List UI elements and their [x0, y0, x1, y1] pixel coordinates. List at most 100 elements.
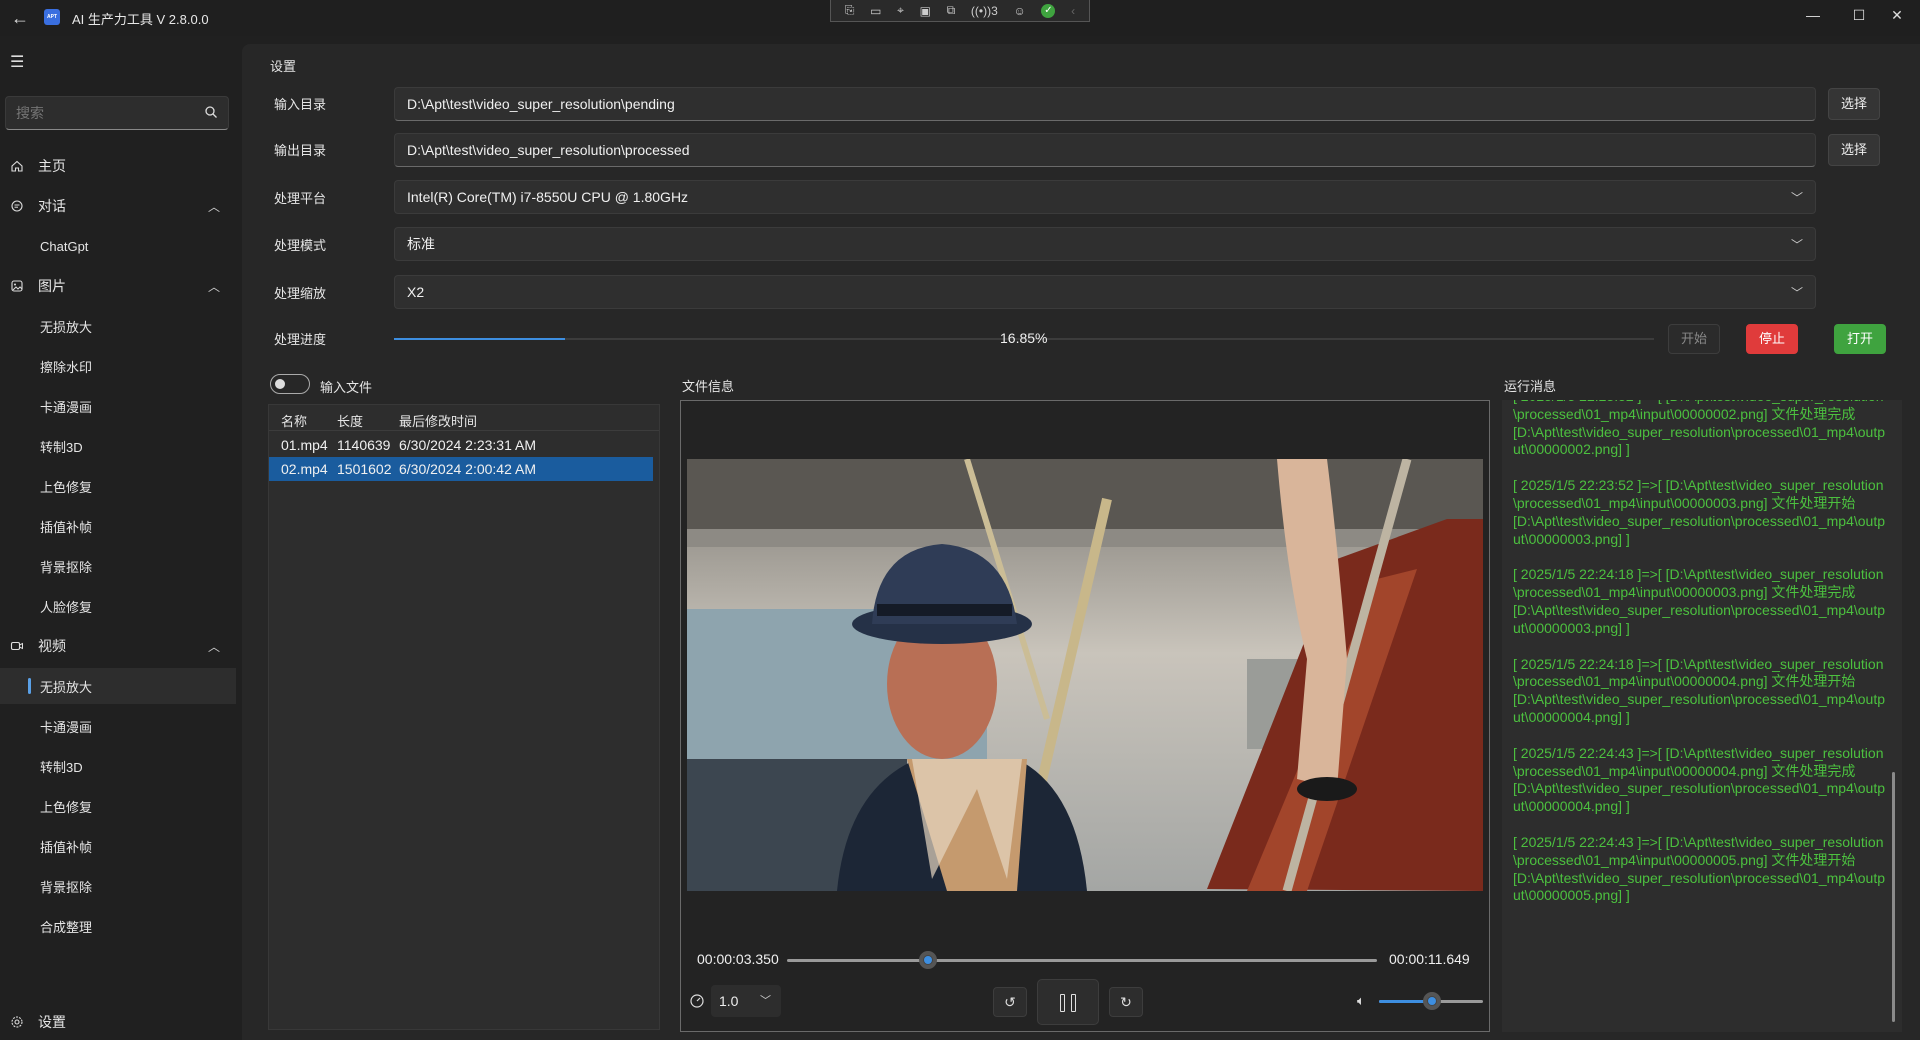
nav-image-colorize[interactable]: 上色修复 [0, 468, 236, 504]
nav-sub-label: 背景抠除 [40, 559, 93, 575]
volume-icon[interactable]: 🔈︎ [1357, 993, 1365, 1009]
output-dir-field[interactable]: D:\Apt\test\video_super_resolution\proce… [394, 133, 1816, 167]
nav-image-bg-remove[interactable]: 背景抠除 [0, 548, 236, 584]
broadcast-icon[interactable]: ((•))3 [971, 4, 998, 18]
chevron-up-icon: ︿ [207, 200, 220, 214]
image-icon [11, 280, 23, 292]
speed-select[interactable]: 1.0 ﹀ [711, 985, 781, 1017]
table-row[interactable]: 02.mp4 1501602 6/30/2024 2:00:42 AM [269, 457, 653, 481]
nav-image-interpolate[interactable]: 插值补帧 [0, 508, 236, 544]
mode-label: 处理模式 [274, 238, 327, 253]
log-panel[interactable]: [ 2025/1/5 22:23:52 ]=>[ [D:\Apt\test\vi… [1502, 400, 1902, 1032]
nav-video-interpolate[interactable]: 插值补帧 [0, 828, 236, 864]
log-title: 运行消息 [1504, 379, 1557, 394]
nav-image-upscale[interactable]: 无损放大 [0, 308, 236, 344]
col-name-header[interactable]: 名称 [281, 411, 307, 430]
time-total: 00:00:11.649 [1389, 951, 1470, 967]
mode-value: 标准 [407, 236, 435, 252]
pointer-icon[interactable]: ⌖ [897, 3, 904, 18]
output-dir-label: 输出目录 [274, 143, 327, 158]
nav-sub-label: 无损放大 [40, 319, 93, 335]
nav-settings[interactable]: 设置 [0, 1004, 236, 1040]
screenshot-icon[interactable]: ⎘ [845, 3, 855, 18]
record-icon[interactable]: ▭ [870, 4, 881, 18]
nav-video-bg-remove[interactable]: 背景抠除 [0, 868, 236, 904]
search-icon[interactable] [204, 105, 218, 119]
start-button[interactable]: 开始 [1668, 324, 1720, 354]
forward-button[interactable]: ↻ [1109, 987, 1143, 1017]
search-input[interactable] [6, 97, 191, 129]
nav-home[interactable]: 主页 [0, 148, 236, 184]
file-table: 名称 长度 最后修改时间 01.mp4 1140639 6/30/2024 2:… [268, 404, 660, 1030]
broadcast-badge: 3 [991, 3, 998, 18]
nav-image-cartoon[interactable]: 卡通漫画 [0, 388, 236, 424]
col-modified-header[interactable]: 最后修改时间 [399, 411, 477, 430]
video-frame[interactable] [687, 459, 1483, 891]
nav-chat[interactable]: 对话 ︿ [0, 188, 236, 224]
mode-select[interactable]: 标准 ﹀ [394, 227, 1816, 261]
title-bar: ← APT AI 生产力工具 V 2.8.0.0 ⎘ ▭ ⌖ ▣ ⧉ ((•))… [0, 0, 1920, 36]
log-entry: [ 2025/1/5 22:23:52 ]=>[ [D:\Apt\test\vi… [1513, 400, 1886, 458]
gear-icon [11, 1016, 23, 1028]
nav-video-3d[interactable]: 转制3D [0, 748, 236, 784]
nav-video[interactable]: 视频 ︿ [0, 628, 236, 664]
nav-sub-label: 人脸修复 [40, 599, 93, 615]
nav-image-face[interactable]: 人脸修复 [0, 588, 236, 624]
nav-image-watermark[interactable]: 擦除水印 [0, 348, 236, 384]
check-icon[interactable]: ✓ [1041, 3, 1056, 18]
region-icon[interactable]: ▣ [920, 4, 931, 18]
nav-sub-label: 上色修复 [40, 479, 93, 495]
input-dir-label: 输入目录 [274, 97, 327, 112]
collapse-chevron-icon[interactable]: ‹ [1071, 4, 1075, 18]
nav-video-cartoon[interactable]: 卡通漫画 [0, 708, 236, 744]
nav-sub-label: 无损放大 [40, 679, 93, 695]
nav-video-upscale[interactable]: 无损放大 [0, 668, 236, 704]
open-button[interactable]: 打开 [1834, 324, 1886, 354]
stop-button[interactable]: 停止 [1746, 324, 1798, 354]
seek-thumb[interactable] [919, 951, 937, 969]
chevron-down-icon: ﹀ [760, 995, 771, 1007]
rotate-left-icon: ↺ [1004, 994, 1016, 1010]
nav-sub-label: 背景抠除 [40, 879, 93, 895]
close-button[interactable]: ✕ [1874, 0, 1920, 30]
pause-button[interactable] [1037, 979, 1099, 1025]
file-name: 02.mp4 [281, 461, 328, 477]
chevron-down-icon: ﹀ [1790, 191, 1803, 205]
nav-home-label: 主页 [38, 158, 66, 174]
rotate-right-icon: ↻ [1120, 994, 1132, 1010]
log-entry: [ 2025/1/5 22:24:18 ]=>[ [D:\Apt\test\vi… [1513, 566, 1886, 636]
nav-video-colorize[interactable]: 上色修复 [0, 788, 236, 824]
window-capture-icon[interactable]: ⧉ [947, 3, 956, 18]
volume-thumb[interactable] [1423, 992, 1441, 1010]
accessibility-icon[interactable]: ☺ [1013, 4, 1025, 18]
back-arrow-icon[interactable]: ← [8, 6, 32, 30]
col-length-header[interactable]: 长度 [337, 411, 363, 430]
chevron-up-icon: ︿ [207, 280, 220, 294]
nav-sub-label: 合成整理 [40, 919, 93, 935]
nav-chat-label: 对话 [38, 198, 66, 214]
capture-toolbar: ⎘ ▭ ⌖ ▣ ⧉ ((•))3 ☺ ✓ ‹ [830, 0, 1090, 22]
log-entry: [ 2025/1/5 22:24:18 ]=>[ [D:\Apt\test\vi… [1513, 655, 1886, 725]
nav-image[interactable]: 图片 ︿ [0, 268, 236, 304]
log-scrollbar[interactable] [1892, 772, 1895, 1022]
minimize-button[interactable]: — [1790, 0, 1836, 30]
menu-icon[interactable]: ☰ [10, 52, 24, 72]
nav-image-3d[interactable]: 转制3D [0, 428, 236, 464]
input-dir-field[interactable]: D:\Apt\test\video_super_resolution\pendi… [394, 87, 1816, 121]
chevron-up-icon: ︿ [207, 640, 220, 654]
pick-output-dir-button[interactable]: 选择 [1828, 134, 1880, 166]
platform-select[interactable]: Intel(R) Core(TM) i7-8550U CPU @ 1.80GHz… [394, 180, 1816, 214]
nav-chat-chatgpt[interactable]: ChatGpt [0, 228, 236, 264]
nav-sub-label: 转制3D [40, 759, 83, 775]
table-row[interactable]: 01.mp4 1140639 6/30/2024 2:23:31 AM [269, 433, 653, 457]
progress-percent: 16.85% [1000, 330, 1048, 346]
input-files-toggle[interactable] [270, 374, 310, 394]
nav-video-compose[interactable]: 合成整理 [0, 908, 236, 944]
nav-sub-label: 擦除水印 [40, 359, 93, 375]
seek-bar[interactable] [787, 959, 1377, 962]
rewind-button[interactable]: ↺ [993, 987, 1027, 1017]
scale-select[interactable]: X2 ﹀ [394, 275, 1816, 309]
main-panel: 设置 输入目录 D:\Apt\test\video_super_resoluti… [242, 44, 1920, 1040]
pick-input-dir-button[interactable]: 选择 [1828, 88, 1880, 120]
nav-sub-label: 上色修复 [40, 799, 93, 815]
